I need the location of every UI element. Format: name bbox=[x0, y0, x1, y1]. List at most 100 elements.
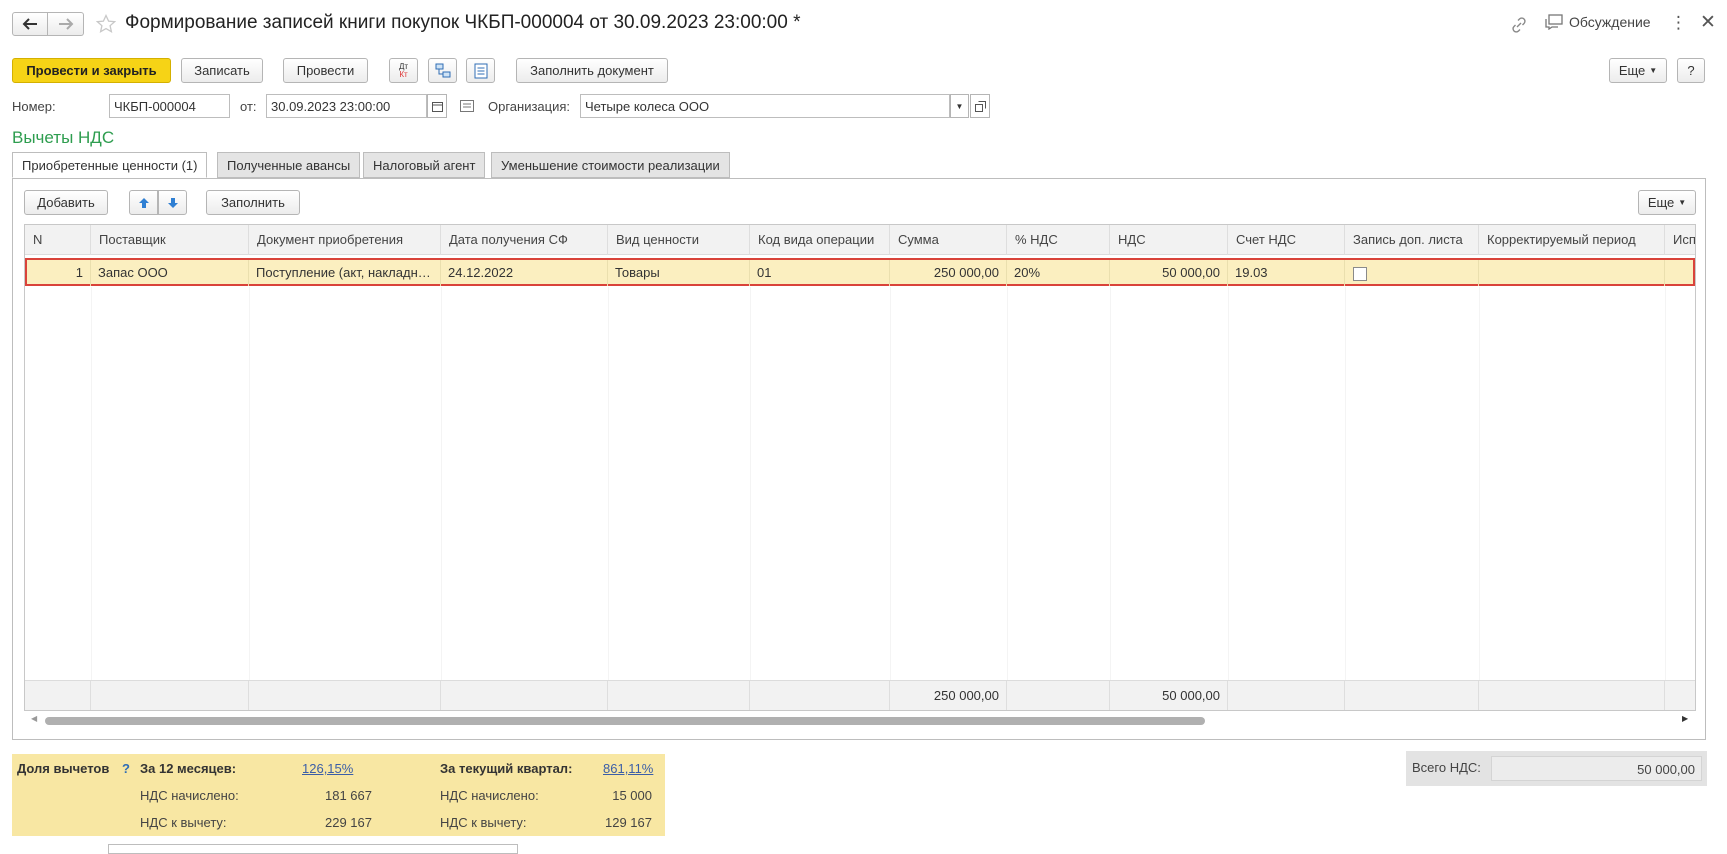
arrow-right-icon bbox=[58, 18, 73, 30]
structure-button[interactable] bbox=[428, 58, 457, 83]
col-header-vat-account[interactable]: Счет НДС bbox=[1228, 225, 1345, 255]
kt-label: Кт bbox=[399, 69, 408, 79]
quarter-charged-label: НДС начислено: bbox=[440, 788, 539, 803]
months12-charged-label: НДС начислено: bbox=[140, 788, 239, 803]
tab-tax-agent[interactable]: Налоговый агент bbox=[363, 152, 486, 178]
cell-supplier[interactable]: Запас ООО bbox=[91, 260, 249, 286]
more-button[interactable]: Еще ▼ bbox=[1609, 58, 1667, 83]
post-and-close-button[interactable]: Провести и закрыть bbox=[12, 58, 171, 83]
cell-document[interactable]: Поступление (акт, накладная... bbox=[249, 260, 441, 286]
organization-open-button[interactable] bbox=[970, 94, 990, 118]
column-divider bbox=[441, 287, 442, 680]
chat-icon bbox=[1545, 14, 1563, 30]
footer-cell bbox=[1228, 681, 1345, 710]
arrow-left-icon bbox=[22, 18, 37, 30]
scroll-right-icon[interactable]: ▶ bbox=[1682, 714, 1688, 723]
more-vert-icon[interactable]: ⋮ bbox=[1670, 13, 1687, 33]
calendar-button[interactable] bbox=[427, 94, 447, 118]
quarter-charged-value: 15 000 bbox=[612, 788, 652, 803]
horizontal-scrollbar[interactable]: ◀ ▶ bbox=[25, 711, 1695, 729]
help-button[interactable]: ? bbox=[1677, 58, 1705, 83]
scroll-left-icon[interactable]: ◀ bbox=[31, 714, 37, 723]
chevron-down-icon: ▼ bbox=[1649, 66, 1658, 75]
cell-op-code[interactable]: 01 bbox=[750, 260, 890, 286]
organization-dropdown-button[interactable]: ▼ bbox=[950, 94, 969, 118]
fill-document-button[interactable]: Заполнить документ bbox=[516, 58, 668, 83]
col-header-sf-date[interactable]: Дата получения СФ bbox=[441, 225, 608, 255]
number-field[interactable]: ЧКБП-000004 bbox=[109, 94, 230, 118]
report-button[interactable] bbox=[466, 58, 495, 83]
post-button[interactable]: Провести bbox=[283, 58, 368, 83]
deduction-share-panel: Доля вычетов ? За 12 месяцев: 126,15% За… bbox=[12, 754, 665, 836]
fill-button[interactable]: Заполнить bbox=[206, 190, 300, 215]
quarter-value-link[interactable]: 861,11% bbox=[603, 761, 653, 776]
months12-label: За 12 месяцев: bbox=[140, 761, 237, 776]
dt-kt-button[interactable]: Дт Кт bbox=[389, 58, 418, 83]
favorite-star-icon[interactable] bbox=[96, 14, 116, 34]
table-header: N Поставщик Документ приобретения Дата п… bbox=[25, 225, 1695, 255]
date-field[interactable]: 30.09.2023 23:00:00 bbox=[266, 94, 427, 118]
table-footer: 250 000,00 50 000,00 bbox=[25, 680, 1695, 710]
cell-sf-date[interactable]: 24.12.2022 bbox=[441, 260, 608, 286]
months12-value-link[interactable]: 126,15% bbox=[302, 761, 353, 776]
note-icon[interactable] bbox=[460, 100, 474, 112]
col-header-period[interactable]: Корректируемый период bbox=[1479, 225, 1665, 255]
forward-button[interactable] bbox=[48, 12, 84, 36]
column-divider bbox=[890, 287, 891, 680]
col-header-sum[interactable]: Сумма bbox=[890, 225, 1007, 255]
footer-cell bbox=[249, 681, 441, 710]
col-header-vat-rate[interactable]: % НДС bbox=[1007, 225, 1110, 255]
link-icon[interactable] bbox=[1510, 16, 1528, 34]
scrollbar-thumb[interactable] bbox=[45, 717, 1205, 725]
number-label: Номер: bbox=[12, 99, 56, 114]
months12-deduct-value: 229 167 bbox=[325, 815, 372, 830]
bottom-field[interactable] bbox=[108, 844, 518, 854]
cell-value-type[interactable]: Товары bbox=[608, 260, 750, 286]
footer-cell bbox=[1007, 681, 1110, 710]
months12-deduct-label: НДС к вычету: bbox=[140, 815, 227, 830]
organization-label: Организация: bbox=[488, 99, 571, 114]
add-button[interactable]: Добавить bbox=[24, 190, 108, 215]
back-button[interactable] bbox=[12, 12, 48, 36]
cell-period[interactable] bbox=[1479, 260, 1665, 286]
col-header-document[interactable]: Документ приобретения bbox=[249, 225, 441, 255]
cell-vat[interactable]: 50 000,00 bbox=[1110, 260, 1228, 286]
share-help-icon[interactable]: ? bbox=[122, 761, 130, 776]
cell-use[interactable] bbox=[1665, 260, 1695, 286]
col-header-value-type[interactable]: Вид ценности bbox=[608, 225, 750, 255]
footer-cell bbox=[91, 681, 249, 710]
cell-extra-sheet bbox=[1345, 260, 1479, 286]
tab-acquired-values[interactable]: Приобретенные ценности (1) bbox=[12, 152, 208, 178]
share-label: Доля вычетов bbox=[17, 761, 110, 776]
section-title: Вычеты НДС bbox=[12, 128, 115, 147]
col-header-vat[interactable]: НДС bbox=[1110, 225, 1228, 255]
cell-vat-rate[interactable]: 20% bbox=[1007, 260, 1110, 286]
table-row[interactable]: 1 Запас ООО Поступление (акт, накладная.… bbox=[25, 258, 1695, 286]
structure-icon bbox=[435, 63, 450, 77]
col-header-use[interactable]: Исп bbox=[1665, 225, 1695, 255]
quarter-deduct-label: НДС к вычету: bbox=[440, 815, 527, 830]
data-table: N Поставщик Документ приобретения Дата п… bbox=[24, 224, 1696, 711]
col-header-op-code[interactable]: Код вида операции bbox=[750, 225, 890, 255]
quarter-label: За текущий квартал: bbox=[440, 761, 573, 776]
organization-field[interactable]: Четыре колеса ООО bbox=[580, 94, 950, 118]
col-header-supplier[interactable]: Поставщик bbox=[91, 225, 249, 255]
column-divider bbox=[608, 287, 609, 680]
move-down-button[interactable] bbox=[158, 190, 187, 215]
cell-sum[interactable]: 250 000,00 bbox=[890, 260, 1007, 286]
cell-n[interactable]: 1 bbox=[27, 260, 91, 286]
document-list-icon bbox=[474, 63, 487, 78]
cell-vat-account[interactable]: 19.03 bbox=[1228, 260, 1345, 286]
save-button[interactable]: Записать bbox=[181, 58, 263, 83]
footer-cell bbox=[608, 681, 750, 710]
move-up-button[interactable] bbox=[129, 190, 158, 215]
months12-charged-value: 181 667 bbox=[325, 788, 372, 803]
tab-received-advances[interactable]: Полученные авансы bbox=[217, 152, 361, 178]
discussion-button[interactable]: Обсуждение bbox=[1545, 14, 1651, 30]
close-icon[interactable]: ✕ bbox=[1700, 11, 1716, 34]
col-header-n[interactable]: N bbox=[25, 225, 91, 255]
table-more-button[interactable]: Еще ▼ bbox=[1638, 190, 1696, 215]
extra-sheet-checkbox[interactable] bbox=[1353, 266, 1367, 281]
col-header-extra-sheet[interactable]: Запись доп. листа bbox=[1345, 225, 1479, 255]
tab-sale-cost-reduction[interactable]: Уменьшение стоимости реализации bbox=[491, 152, 730, 178]
